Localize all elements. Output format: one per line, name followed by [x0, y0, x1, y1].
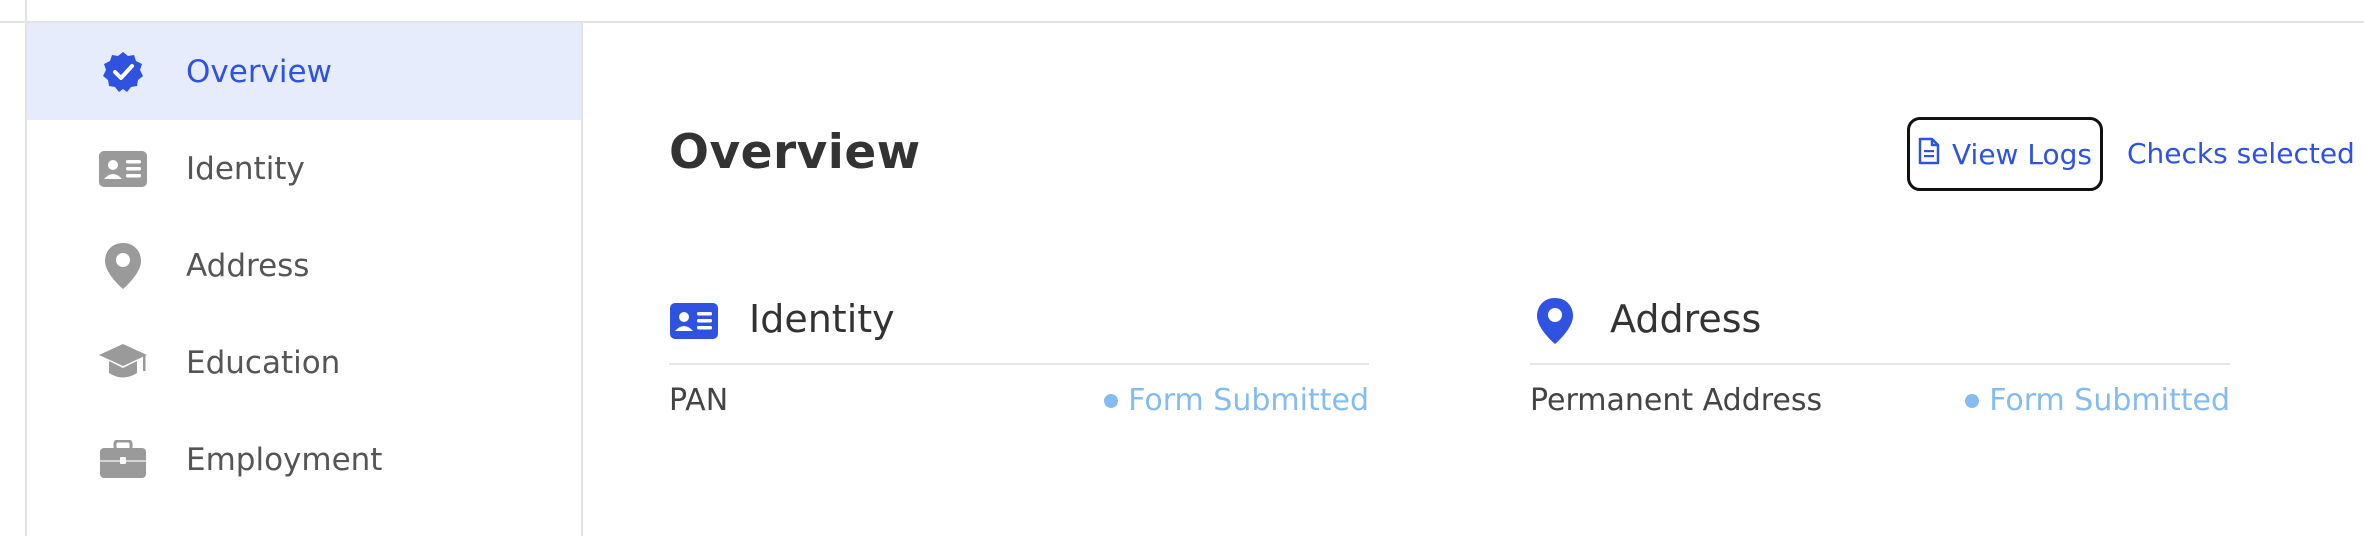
status-dot [1965, 393, 1980, 408]
check-row: Permanent Address Form Submitted [1530, 381, 2230, 421]
document-icon [1918, 137, 1940, 172]
sidebar-item-education[interactable]: Education [27, 314, 581, 411]
section-title: Identity [749, 297, 895, 341]
sidebar-item-identity[interactable]: Identity [27, 120, 581, 217]
sidebar-item-label: Identity [186, 150, 305, 187]
top-bar [0, 0, 2364, 23]
status-dot [1104, 393, 1119, 408]
briefcase-icon [97, 434, 149, 486]
status-badge: Form Submitted [1965, 383, 2230, 418]
status-text: Form Submitted [1989, 383, 2230, 418]
section-header: Address [1530, 295, 2230, 365]
id-card-icon [97, 143, 149, 195]
view-logs-button[interactable]: View Logs [1907, 117, 2103, 191]
sidebar-item-label: Overview [186, 53, 332, 90]
check-label: PAN [669, 383, 729, 418]
sidebar-item-address[interactable]: Address [27, 217, 581, 314]
section-title: Address [1610, 297, 1762, 341]
top-bar-divider [25, 0, 27, 21]
status-badge: Form Submitted [1104, 383, 1369, 418]
sidebar-item-label: Employment [186, 441, 383, 478]
section-header: Identity [669, 295, 1369, 365]
sidebar-item-overview[interactable]: Overview [27, 23, 581, 120]
sidebar-item-label: Education [186, 344, 341, 381]
main-content: Overview View Logs Checks selected Ident… [587, 23, 2364, 536]
sidebar: Overview Identity Address Education Empl… [25, 23, 583, 536]
check-label: Permanent Address [1530, 383, 1823, 418]
map-pin-icon [97, 240, 149, 292]
checks-selected-link[interactable]: Checks selected [2127, 137, 2355, 170]
graduation-cap-icon [97, 337, 149, 389]
page-title: Overview [669, 125, 921, 180]
status-text: Form Submitted [1128, 383, 1369, 418]
check-row: PAN Form Submitted [669, 381, 1369, 421]
map-pin-icon [1530, 295, 1580, 347]
verified-badge-icon [97, 46, 149, 98]
sidebar-item-label: Address [186, 247, 310, 284]
id-card-icon [669, 295, 719, 347]
view-logs-label: View Logs [1952, 137, 2092, 171]
sidebar-item-employment[interactable]: Employment [27, 411, 581, 508]
